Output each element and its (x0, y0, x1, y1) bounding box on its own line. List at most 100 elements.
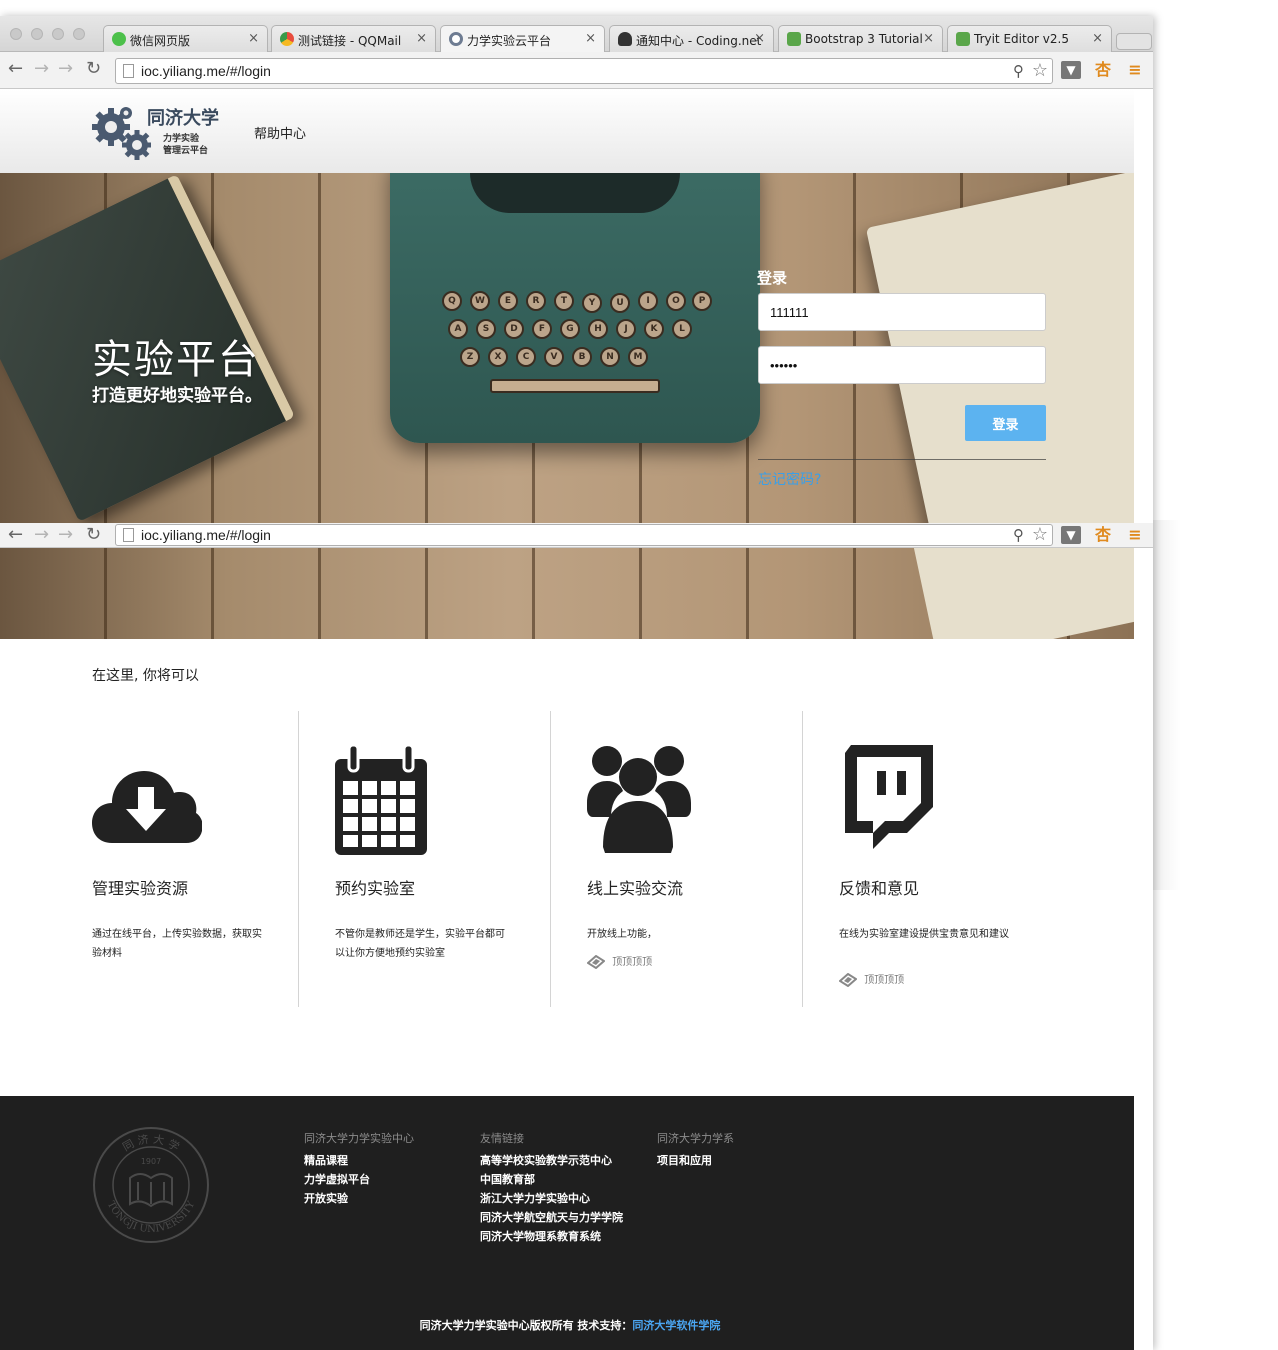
page-icon (123, 528, 134, 542)
footer-link[interactable]: 中国教育部 (480, 1170, 623, 1189)
calendar-icon (335, 745, 427, 855)
password-input[interactable] (758, 346, 1046, 384)
feature-online-exchange: 线上实验交流 开放线上功能， 顶顶顶顶 (550, 711, 802, 1007)
login-divider (758, 459, 1046, 460)
window-maximize-button[interactable] (52, 28, 64, 40)
seal-text-top: 同 济 大 学 (120, 1132, 182, 1154)
tongji-seal-logo: 同 济 大 学 TONGJI UNIVERSITY 1907 (93, 1127, 209, 1243)
footer-link[interactable]: 力学虚拟平台 (304, 1170, 414, 1189)
reload-icon[interactable]: ↻ (86, 526, 101, 544)
tab-qqmail[interactable]: 测试链接 - QQMail × (271, 25, 436, 52)
tab-tryit[interactable]: Tryit Editor v2.5 × (947, 25, 1112, 52)
back-icon[interactable]: ← (8, 60, 23, 78)
footer-column-heading: 同济大学力学系 (657, 1132, 734, 1145)
footer-link[interactable]: 高等学校实验教学示范中心 (480, 1151, 623, 1170)
twitch-icon (845, 745, 933, 849)
xing-extension-icon[interactable]: 杏 (1093, 61, 1113, 79)
tab-close-icon[interactable]: × (585, 31, 596, 46)
coding-favicon-icon (618, 32, 632, 46)
duplicate-toolbar-strip: ← → → ↻ ioc.yiliang.me/#/login ⚲ ☆ ▼ 杏 ≡ (0, 523, 1153, 548)
nav-help-link[interactable]: 帮助中心 (254, 123, 306, 142)
address-url[interactable]: ioc.yiliang.me/#/login (141, 63, 271, 79)
zoom-icon[interactable]: ⚲ (1013, 62, 1024, 80)
feature-title: 反馈和意见 (839, 879, 920, 898)
window-close-button[interactable] (10, 28, 22, 40)
menu-icon[interactable]: ≡ (1125, 61, 1145, 79)
w3schools-favicon-icon (956, 32, 970, 46)
tab-title: 微信网页版 (130, 34, 191, 48)
footer-link[interactable]: 同济大学物理系教育系统 (480, 1227, 623, 1246)
typewriter-image: QWE RTY UIO P ASD FGH JKL ZXC VBN M (390, 173, 760, 443)
reload-icon[interactable]: ↻ (86, 60, 101, 78)
username-input[interactable] (758, 293, 1046, 331)
address-url[interactable]: ioc.yiliang.me/#/login (141, 527, 271, 543)
footer-link[interactable]: 浙江大学力学实验中心 (480, 1189, 623, 1208)
footer-link[interactable]: 同济大学航空航天与力学学院 (480, 1208, 623, 1227)
hero-banner-continued (0, 548, 1134, 639)
forward-icon[interactable]: → (34, 60, 49, 78)
logo-title: 同济大学 (147, 108, 219, 129)
mail-extension-icon[interactable]: ▼ (1061, 61, 1081, 79)
new-tab-button[interactable] (1116, 33, 1152, 50)
tab-close-icon[interactable]: × (248, 31, 259, 46)
forward-alt-icon[interactable]: → (58, 526, 73, 544)
hero-banner: QWE RTY UIO P ASD FGH JKL ZXC VBN M 实验平台… (0, 173, 1134, 524)
tab-coding[interactable]: 通知中心 - Coding.net × (609, 25, 774, 52)
copyright-link[interactable]: 同济大学软件学院 (632, 1319, 720, 1332)
window-shadow (1153, 520, 1181, 890)
tab-close-icon[interactable]: × (754, 31, 765, 46)
feature-tag[interactable]: 顶顶顶顶 (839, 971, 904, 987)
gear-favicon-icon (449, 32, 463, 46)
hero-subtitle: 打造更好地实验平台。 (92, 386, 262, 406)
logo-subtitle-line2: 管理云平台 (163, 146, 209, 156)
feature-tag[interactable]: 顶顶顶顶 (587, 953, 652, 969)
ticket-icon (839, 973, 857, 987)
mail-extension-icon[interactable]: ▼ (1061, 526, 1081, 544)
feature-tag-label: 顶顶顶顶 (864, 975, 905, 986)
forward-alt-icon[interactable]: → (58, 60, 73, 78)
site-footer: 同 济 大 学 TONGJI UNIVERSITY 1907 同济大学力学实验中… (0, 1096, 1134, 1350)
tab-platform[interactable]: 力学实验云平台 × (440, 25, 605, 52)
copyright: 同济大学力学实验中心版权所有 技术支持：同济大学软件学院 (0, 1317, 1134, 1333)
footer-link[interactable]: 精品课程 (304, 1151, 414, 1170)
feature-feedback: 反馈和意见 在线为实验室建设提供宝贵意见和建议 顶顶顶顶 (802, 711, 1054, 1007)
xing-extension-icon[interactable]: 杏 (1093, 526, 1113, 544)
zoom-icon[interactable]: ⚲ (1013, 526, 1024, 544)
star-icon[interactable]: ☆ (1032, 60, 1048, 81)
page-icon (123, 64, 134, 78)
forward-icon[interactable]: → (34, 526, 49, 544)
footer-column-department: 同济大学力学系 项目和应用 (657, 1130, 734, 1170)
login-button[interactable]: 登录 (965, 405, 1046, 441)
tab-wechat[interactable]: 微信网页版 × (103, 25, 268, 52)
tab-title: Tryit Editor v2.5 (974, 32, 1069, 46)
users-icon (587, 746, 691, 853)
cloud-download-icon (92, 771, 202, 843)
tab-close-icon[interactable]: × (923, 31, 934, 46)
footer-link[interactable]: 开放实验 (304, 1189, 414, 1208)
footer-column-heading: 同济大学力学实验中心 (304, 1132, 414, 1145)
footer-link[interactable]: 项目和应用 (657, 1151, 734, 1170)
window-fullscreen-button[interactable] (73, 28, 85, 40)
gears-logo-icon (92, 107, 151, 160)
footer-column-center: 同济大学力学实验中心 精品课程 力学虚拟平台 开放实验 (304, 1130, 414, 1208)
features-intro: 在这里, 你将可以 (92, 668, 199, 684)
menu-icon[interactable]: ≡ (1125, 526, 1145, 544)
feature-reserve-lab: 预约实验室 不管你是教师还是学生，实验平台都可以让你方便地预约实验室 (298, 711, 550, 1007)
address-bar[interactable]: ioc.yiliang.me/#/login ⚲ ☆ (115, 524, 1053, 546)
site-logo[interactable]: 同济大学 力学实验 管理云平台 (91, 101, 231, 161)
forgot-password-link[interactable]: 忘记密码? (758, 469, 821, 489)
browser-window: 微信网页版 × 测试链接 - QQMail × 力学实验云平台 × 通知中心 -… (0, 16, 1153, 1350)
star-icon[interactable]: ☆ (1032, 524, 1048, 545)
feature-description: 开放线上功能， (587, 929, 657, 940)
address-bar[interactable]: ioc.yiliang.me/#/login ⚲ ☆ (115, 58, 1053, 84)
svg-text:同 济 大 学: 同 济 大 学 (120, 1132, 182, 1154)
tab-strip: 微信网页版 × 测试链接 - QQMail × 力学实验云平台 × 通知中心 -… (0, 16, 1153, 52)
tab-title: Bootstrap 3 Tutorial (805, 32, 923, 46)
window-minimize-button[interactable] (31, 28, 43, 40)
tab-title: 测试链接 - QQMail (298, 34, 402, 48)
feature-tag-label: 顶顶顶顶 (612, 957, 653, 968)
tab-close-icon[interactable]: × (1092, 31, 1103, 46)
tab-close-icon[interactable]: × (416, 31, 427, 46)
back-icon[interactable]: ← (8, 526, 23, 544)
tab-bootstrap[interactable]: Bootstrap 3 Tutorial × (778, 25, 943, 52)
